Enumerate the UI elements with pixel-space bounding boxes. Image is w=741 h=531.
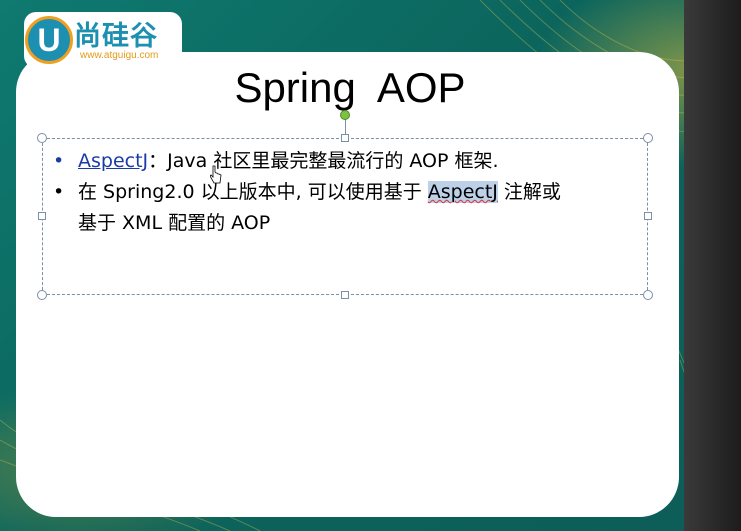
resize-handle-bottom-left[interactable] (37, 290, 47, 300)
slide-title[interactable]: Spring AOP (0, 64, 700, 112)
bullet-item-1[interactable]: • AspectJ：Java 社区里最完整最流行的 AOP 框架. (50, 146, 640, 177)
bullet-item-2[interactable]: • 在 Spring2.0 以上版本中, 可以使用基于 AspectJ 注解或 … (50, 177, 640, 239)
resize-handle-top-left[interactable] (37, 133, 47, 143)
logo-url: www.atguigu.com (80, 50, 159, 61)
logo-brand-name: 尚硅谷 (74, 21, 158, 52)
resize-handle-left[interactable] (38, 212, 46, 220)
resize-handle-right[interactable] (644, 212, 652, 220)
bullet-text-pre: 在 Spring2.0 以上版本中, 可以使用基于 (78, 181, 428, 203)
aspectj-link[interactable]: AspectJ (78, 150, 148, 172)
bullet-marker: • (53, 181, 65, 203)
bullet-marker: • (53, 150, 65, 172)
hand-pointer-icon (210, 165, 222, 184)
resize-handle-top[interactable] (341, 134, 349, 142)
bullet-text-line2: 基于 XML 配置的 AOP (78, 212, 271, 234)
bullet-list[interactable]: • AspectJ：Java 社区里最完整最流行的 AOP 框架. • 在 Sp… (50, 146, 640, 239)
selected-text-aspectj[interactable]: AspectJ (427, 181, 498, 203)
bullet-text: ：Java 社区里最完整最流行的 AOP 框架. (148, 150, 499, 172)
brand-logo: U 尚硅谷 www.atguigu.com (24, 12, 182, 68)
resize-handle-top-right[interactable] (643, 133, 653, 143)
bullet-text-post: 注解或 (497, 181, 561, 203)
resize-handle-bottom[interactable] (341, 291, 349, 299)
resize-handle-bottom-right[interactable] (643, 290, 653, 300)
rotate-handle[interactable] (340, 110, 350, 120)
logo-badge-icon: U (25, 16, 73, 64)
